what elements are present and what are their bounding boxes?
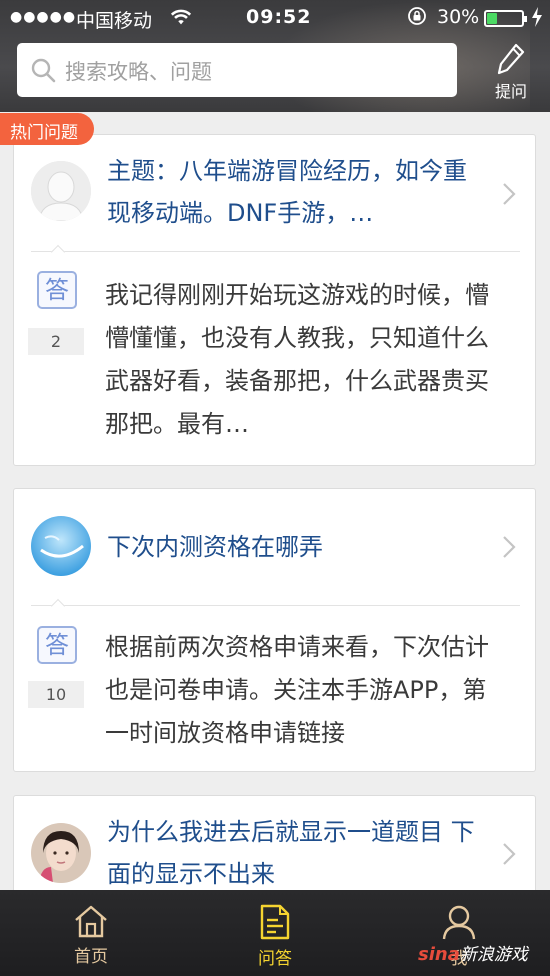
answer-preview[interactable]: 我记得刚刚开始玩这游戏的时候，懵懵懂懂，也没有人教我，只知道什么武器好看，装备那… [105,274,500,446]
status-bar: ●●●●● 中国移动 09:52 30% [0,0,550,36]
avatar [31,161,91,221]
app-screen: ●●●●● 中国移动 09:52 30% 搜索攻略、问题 提问 热门问题 主题：… [0,0,550,976]
answer-count: 2 [28,328,84,355]
tab-qa[interactable]: 问答 [220,890,330,976]
qa-document-icon [260,904,290,940]
avatar [31,516,91,576]
home-icon [75,905,107,938]
hot-questions-badge: 热门问题 [0,113,94,145]
wifi-icon [170,6,192,33]
tab-qa-label: 问答 [258,949,292,969]
sina-logo: sina [418,944,460,965]
search-placeholder: 搜索攻略、问题 [65,60,212,84]
answer-count: 10 [28,681,84,708]
battery-percent: 30% [437,6,480,28]
answer-icon: 答 [37,626,77,664]
chevron-right-icon [503,536,516,558]
user-icon [442,905,476,940]
chevron-right-icon [503,183,516,205]
tab-home[interactable]: 首页 [36,890,146,976]
header-area: ●●●●● 中国移动 09:52 30% 搜索攻略、问题 提问 [0,0,550,112]
watermark-text: 新浪游戏 [459,945,528,965]
battery-level [487,13,497,24]
question-card[interactable]: 主题：八年端游冒险经历，如今重现移动端。DNF手游，… 答 2 我记得刚刚开始玩… [13,134,536,466]
pencil-icon [497,43,525,75]
divider-notch [50,244,66,260]
search-icon [31,58,56,83]
battery-icon [484,10,527,27]
sina-games-watermark: sina新浪游戏 [418,940,528,965]
question-title[interactable]: 下次内测资格在哪弄 [107,526,482,568]
rotation-lock-icon [407,6,427,31]
question-title[interactable]: 主题：八年端游冒险经历，如今重现移动端。DNF手游，… [107,150,482,234]
signal-strength: ●●●●● [10,9,77,25]
avatar [31,823,91,883]
question-title[interactable]: 为什么我进去后就显示一道题目 下面的显示不出来 [107,811,482,895]
search-input[interactable]: 搜索攻略、问题 [17,43,457,97]
divider [31,605,520,606]
answer-preview[interactable]: 根据前两次资格申请来看，下次估计也是问卷申请。关注本手游APP，第一时间放资格申… [105,626,500,755]
charging-bolt-icon [531,6,543,32]
chevron-right-icon [503,843,516,865]
answer-icon: 答 [37,271,77,309]
clock-time: 09:52 [246,6,312,28]
ask-question-button[interactable]: 提问 [488,42,534,102]
divider [31,251,520,252]
divider-notch [50,598,66,614]
carrier-name: 中国移动 [76,10,153,32]
question-card[interactable]: 下次内测资格在哪弄 答 10 根据前两次资格申请来看，下次估计也是问卷申请。关注… [13,488,536,772]
tab-home-label: 首页 [74,947,108,967]
ask-button-label: 提问 [494,82,527,101]
